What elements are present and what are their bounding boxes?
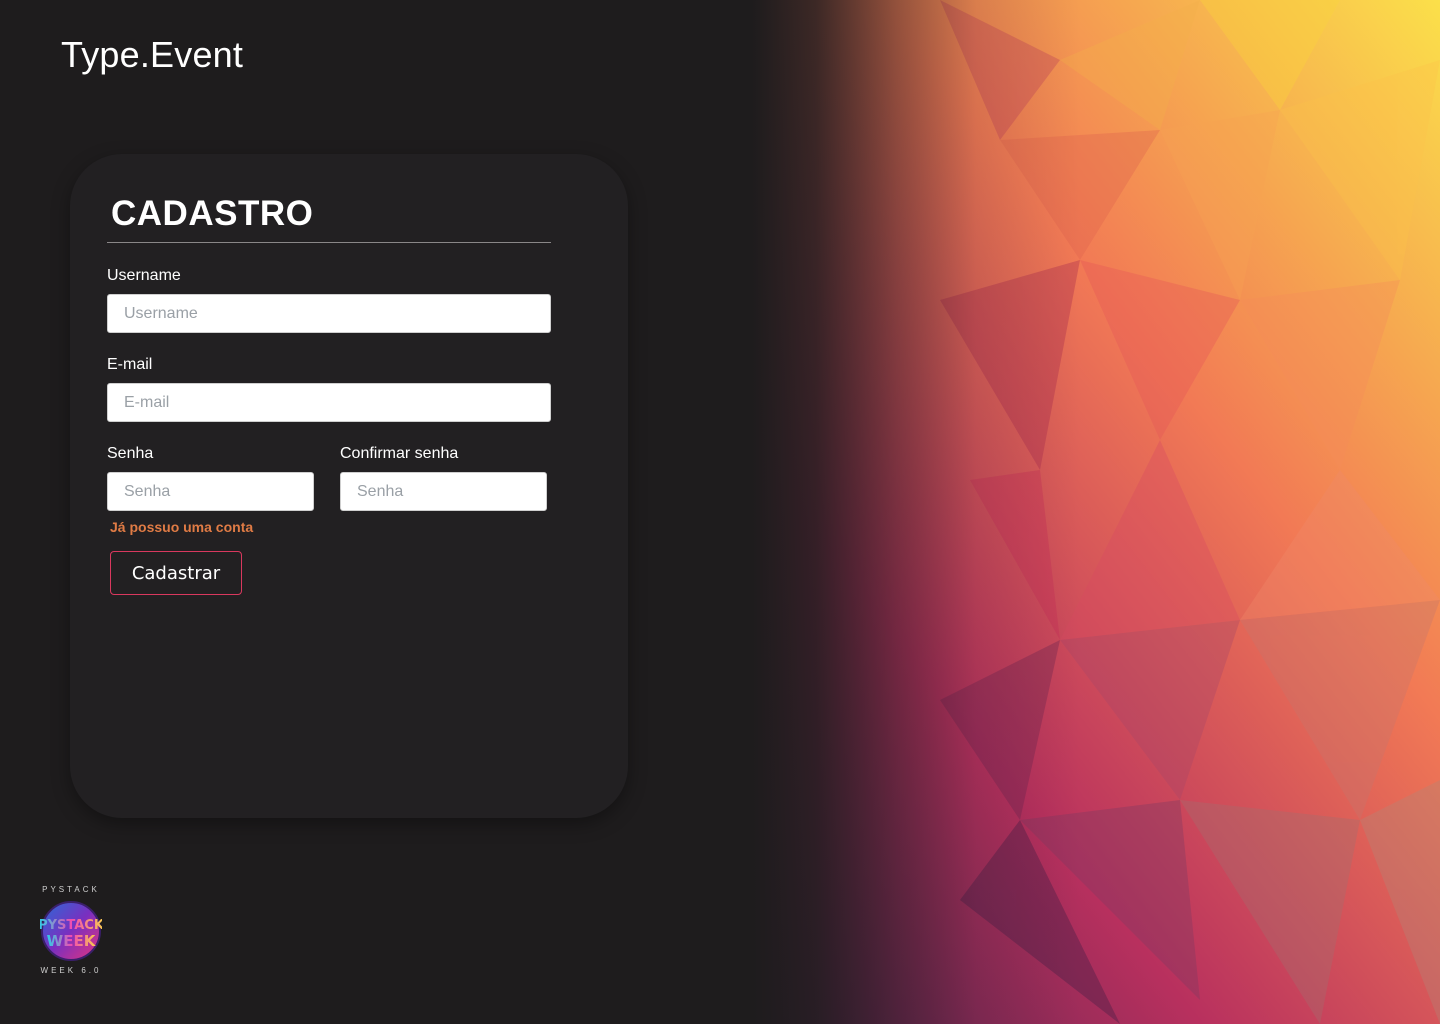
title-divider	[107, 242, 551, 243]
signup-button[interactable]: Cadastrar	[110, 551, 242, 595]
brand-bottom-text: WEEK 6.0	[40, 966, 102, 975]
username-input[interactable]	[107, 294, 551, 333]
existing-account-link[interactable]: Já possuo uma conta	[110, 519, 253, 535]
page-title: CADASTRO	[111, 194, 314, 233]
background-fade-overlay	[640, 0, 1440, 1024]
confirm-password-label: Confirmar senha	[340, 445, 459, 462]
background-polygon-art	[640, 0, 1440, 1024]
app-logo: Type.Event	[61, 34, 244, 75]
pystack-week-badge-logo: PYSTACK WEEK	[40, 901, 102, 961]
badge-text-bottom: WEEK	[47, 932, 97, 950]
pystack-week-brand: PYSTACK PYSTACK WEEK WEEK 6.0	[38, 885, 104, 987]
password-label: Senha	[107, 445, 154, 462]
username-label: Username	[107, 267, 181, 284]
brand-top-text: PYSTACK	[42, 885, 100, 894]
email-input[interactable]	[107, 383, 551, 422]
confirm-password-input[interactable]	[340, 472, 547, 511]
email-label: E-mail	[107, 356, 153, 373]
badge-text-top: PYSTACK	[40, 918, 102, 933]
signup-card: CADASTRO Username E-mail Senha Confirmar…	[70, 154, 628, 818]
password-input[interactable]	[107, 472, 314, 511]
